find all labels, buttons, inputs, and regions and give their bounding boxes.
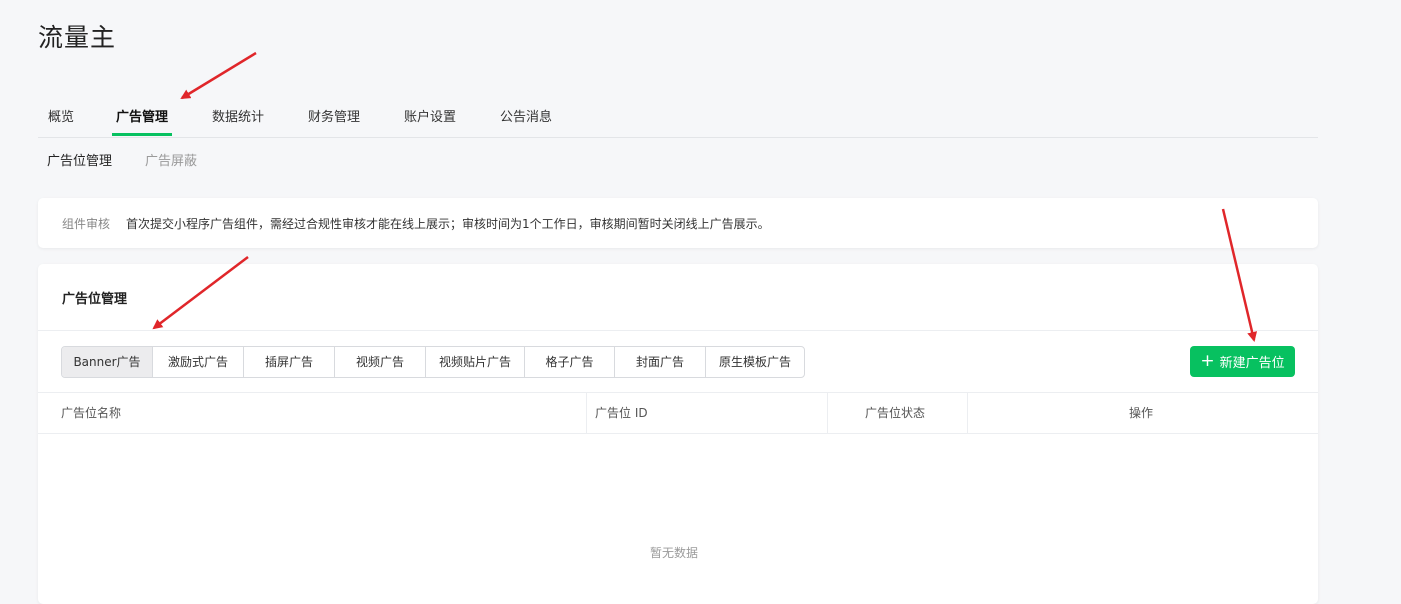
ad-type-video[interactable]: 视频广告	[335, 347, 426, 377]
column-header-status: 广告位状态	[865, 406, 926, 420]
page-title: 流量主	[38, 23, 117, 52]
tab-data-statistics[interactable]: 数据统计	[212, 106, 264, 125]
main-nav-tabs: 概览 广告管理 数据统计 财务管理 账户设置 公告消息	[38, 96, 1318, 138]
annotation-arrow-tab	[180, 51, 257, 100]
ad-type-banner[interactable]: Banner广告	[62, 347, 153, 377]
plus-icon: +	[1200, 351, 1215, 371]
tab-label: 广告管理	[116, 110, 169, 125]
tab-overview[interactable]: 概览	[48, 106, 74, 125]
ad-type-native-template[interactable]: 原生模板广告	[706, 347, 804, 377]
empty-state-text: 暂无数据	[650, 546, 699, 560]
notice-label: 组件审核	[62, 217, 111, 231]
tab-finance[interactable]: 财务管理	[308, 106, 360, 125]
column-divider	[967, 393, 968, 433]
ad-type-interstitial[interactable]: 插屏广告	[244, 347, 335, 377]
new-ad-slot-label: 新建广告位	[1219, 356, 1285, 371]
review-notice: 组件审核 首次提交小程序广告组件，需经过合规性审核才能在线上展示；审核时间为1个…	[38, 198, 1318, 248]
column-divider	[586, 393, 587, 433]
tab-ad-management[interactable]: 广告管理	[112, 106, 173, 136]
table-header: 广告位名称 广告位 ID 广告位状态 操作	[38, 392, 1318, 434]
notice-text: 首次提交小程序广告组件，需经过合规性审核才能在线上展示；审核时间为1个工作日，审…	[126, 217, 770, 231]
tab-account-settings[interactable]: 账户设置	[404, 106, 456, 125]
ad-type-cover[interactable]: 封面广告	[615, 347, 706, 377]
subtab-ad-slot-management[interactable]: 广告位管理	[47, 150, 112, 169]
tab-label: 财务管理	[308, 110, 361, 125]
divider	[38, 330, 1318, 331]
ad-type-video-patch[interactable]: 视频贴片广告	[426, 347, 525, 377]
column-header-name: 广告位名称	[61, 406, 122, 420]
tab-label: 概览	[48, 110, 75, 125]
tab-label: 公告消息	[500, 110, 553, 125]
active-tab-indicator	[112, 133, 173, 136]
column-header-actions: 操作	[1129, 406, 1154, 420]
ad-type-rewarded[interactable]: 激励式广告	[153, 347, 244, 377]
ad-slot-card: 广告位管理 Banner广告 激励式广告 插屏广告 视频广告 视频贴片广告 格子…	[38, 264, 1318, 604]
subtab-ad-blocking[interactable]: 广告屏蔽	[145, 150, 197, 169]
ad-type-segmented-control: Banner广告 激励式广告 插屏广告 视频广告 视频贴片广告 格子广告 封面广…	[61, 346, 805, 378]
column-header-id: 广告位 ID	[595, 406, 648, 420]
new-ad-slot-button[interactable]: + 新建广告位	[1190, 346, 1295, 377]
tab-label: 数据统计	[212, 110, 265, 125]
ad-type-grid[interactable]: 格子广告	[525, 347, 615, 377]
tab-announcements[interactable]: 公告消息	[500, 106, 552, 125]
card-title: 广告位管理	[62, 292, 128, 307]
tab-label: 账户设置	[404, 110, 457, 125]
column-divider	[827, 393, 828, 433]
